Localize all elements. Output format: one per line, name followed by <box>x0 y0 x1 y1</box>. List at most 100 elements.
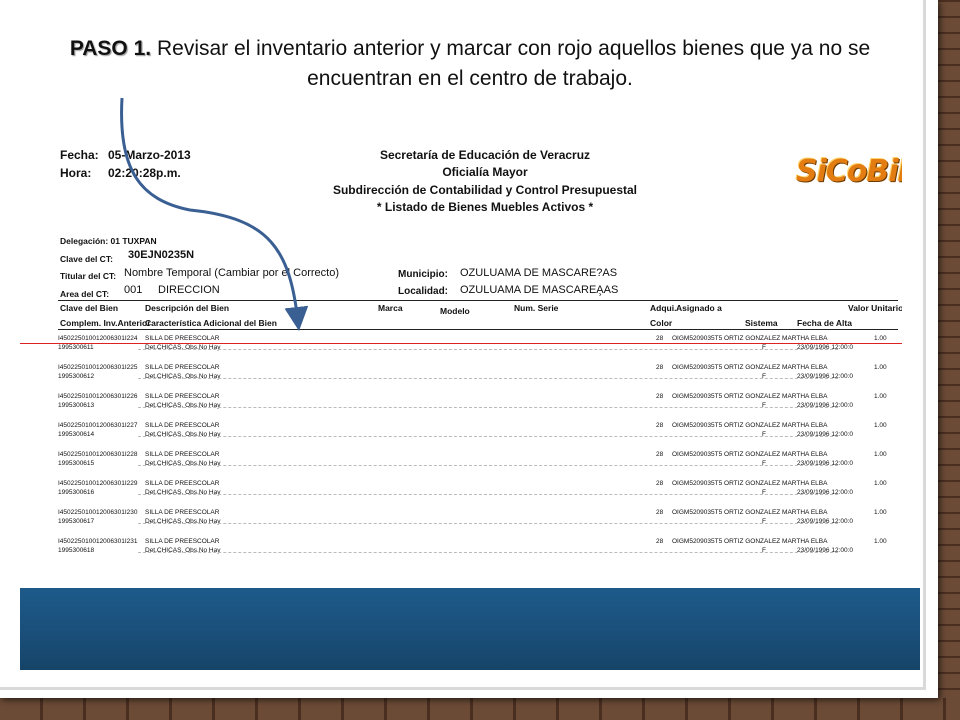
row-adq: 28 <box>656 509 664 516</box>
col-marca: Marca <box>378 303 403 313</box>
row-dash <box>138 465 838 466</box>
col-descripcion: Descripción del Bien <box>145 303 230 313</box>
hora-label: Hora: <box>60 166 92 180</box>
row-dash <box>138 407 838 408</box>
row-desc: SILLA DE PREESCOLAR <box>145 364 220 371</box>
delegacion: Delegación: 01 TUXPAN <box>60 236 157 246</box>
col-modelo: Modelo <box>440 306 470 316</box>
table-row: I450225010012006301I229 1995300616 SILLA… <box>58 478 898 506</box>
localidad-value: OZULUAMA DE MASCAREA̧AS <box>460 284 619 296</box>
row-ant: 1995300612 <box>58 373 95 380</box>
row-dash <box>138 552 838 553</box>
area-value: DIRECCION <box>158 284 220 296</box>
logo-text: SiCoBiP <box>796 154 902 189</box>
row-clave: I450225010012006301I231 <box>58 538 138 545</box>
col-fecha-alta: Fecha de Alta <box>797 318 852 328</box>
row-desc: SILLA DE PREESCOLAR <box>145 509 220 516</box>
row-valor: 1.00 <box>874 335 887 342</box>
row-asignado: OIGM5209035T5 ORTIZ GONZALEZ MARTHA ELBA <box>672 538 828 545</box>
area-code: 001 <box>124 284 143 296</box>
row-ant: 1995300617 <box>58 518 95 525</box>
row-asignado: OIGM5209035T5 ORTIZ GONZALEZ MARTHA ELBA <box>672 509 828 516</box>
row-adq: 28 <box>656 451 664 458</box>
header-rule-bottom <box>58 329 898 330</box>
table-row: I450225010012006301I231 1995300618 SILLA… <box>58 536 898 564</box>
col-complem: Complem. Inv.Anterior <box>60 318 151 328</box>
row-ant: 1995300613 <box>58 402 95 409</box>
row-valor: 1.00 <box>874 364 887 371</box>
row-ant: 1995300611 <box>58 344 94 351</box>
row-asignado: OIGM5209035T5 ORTIZ GONZALEZ MARTHA ELBA <box>672 451 828 458</box>
row-adq: 28 <box>656 364 664 371</box>
row-clave: I450225010012006301I226 <box>58 393 138 400</box>
col-color: Color <box>650 318 673 328</box>
row-ant: 1995300616 <box>58 489 95 496</box>
org-name: Secretaría de Educación de Veracruz <box>379 148 591 162</box>
row-asignado: OIGM5209035T5 ORTIZ GONZALEZ MARTHA ELBA <box>672 422 828 429</box>
row-clave: I450225010012006301I230 <box>58 509 138 516</box>
step-title: PASO 1. Revisar el inventario anterior y… <box>40 34 900 94</box>
titular-label: Titular del CT: <box>60 271 117 281</box>
col-adqui: Adqui. <box>650 303 677 313</box>
row-adq: 28 <box>656 422 664 429</box>
row-dash <box>138 436 838 437</box>
table-row: I450225010012006301I227 1995300614 SILLA… <box>58 420 898 448</box>
step-title-lead: PASO 1. <box>69 37 152 60</box>
row-dash <box>138 494 838 495</box>
row-adq: 28 <box>656 538 664 545</box>
table-row: I450225010012006301I228 1995300615 SILLA… <box>58 449 898 477</box>
row-asignado: OIGM5209035T5 ORTIZ GONZALEZ MARTHA ELBA <box>672 393 828 400</box>
fecha-label: Fecha: <box>60 148 99 162</box>
col-serie: Num. Serie <box>514 303 559 313</box>
table-row: I450225010012006301I230 1995300617 SILLA… <box>58 507 898 535</box>
footer-bar <box>20 588 920 670</box>
header-rule-top <box>58 300 898 301</box>
row-adq: 28 <box>656 335 664 342</box>
row-valor: 1.00 <box>874 451 887 458</box>
row-dash <box>138 378 838 379</box>
municipio-label: Municipio: <box>398 269 448 280</box>
sicobip-logo: SiCoBiP <box>790 146 902 206</box>
table-row: I450225010012006301I226 1995300613 SILLA… <box>58 391 898 419</box>
row-desc: SILLA DE PREESCOLAR <box>145 335 220 342</box>
row-ant: 1995300618 <box>58 547 95 554</box>
row-clave: I450225010012006301I228 <box>58 451 138 458</box>
row-valor: 1.00 <box>874 538 887 545</box>
slide: PASO 1. Revisar el inventario anterior y… <box>0 0 938 698</box>
col-clave: Clave del Bien <box>60 303 119 313</box>
list-title: * Listado de Bienes Muebles Activos * <box>376 200 594 214</box>
col-asignado: Asignado a <box>676 303 722 313</box>
step-title-text: Revisar el inventario anterior y marcar … <box>156 37 871 90</box>
table-row: I450225010012006301I224 1995300611 SILLA… <box>58 333 898 361</box>
row-desc: SILLA DE PREESCOLAR <box>145 393 220 400</box>
row-adq: 28 <box>656 480 664 487</box>
row-valor: 1.00 <box>874 480 887 487</box>
localidad-label: Localidad: <box>398 286 449 297</box>
subdept-name: Subdirección de Contabilidad y Control P… <box>332 183 638 197</box>
fecha-value: 05-Marzo-2013 <box>108 148 191 162</box>
hora-value: 02:20:28p.m. <box>108 166 181 180</box>
municipio-value: OZULUAMA DE MASCARE?AS <box>460 267 618 279</box>
row-desc: SILLA DE PREESCOLAR <box>145 422 220 429</box>
row-clave: I450225010012006301I227 <box>58 422 138 429</box>
brick-wall-bottom <box>0 698 960 720</box>
row-adq: 28 <box>656 393 664 400</box>
row-valor: 1.00 <box>874 422 887 429</box>
col-caracteristica: Característica Adicional del Bien <box>145 318 277 328</box>
row-asignado: OIGM5209035T5 ORTIZ GONZALEZ MARTHA ELBA <box>672 480 828 487</box>
clave-label: Clave del CT: <box>60 254 113 264</box>
row-ant: 1995300615 <box>58 460 95 467</box>
inventory-report-image: Fecha: 05-Marzo-2013 Hora: 02:20:28p.m. … <box>20 128 902 565</box>
row-dash <box>138 349 838 350</box>
area-label: Area del CT: <box>60 289 110 299</box>
row-clave: I450225010012006301I225 <box>58 364 138 371</box>
table-row: I450225010012006301I225 1995300612 SILLA… <box>58 362 898 390</box>
row-clave: I450225010012006301I224 <box>58 335 138 342</box>
row-ant: 1995300614 <box>58 431 95 438</box>
row-valor: 1.00 <box>874 509 887 516</box>
row-dash <box>138 523 838 524</box>
row-desc: SILLA DE PREESCOLAR <box>145 538 220 545</box>
row-desc: SILLA DE PREESCOLAR <box>145 451 220 458</box>
clave-value: 30EJN0235N <box>128 249 195 261</box>
col-valor: Valor Unitario <box>848 303 902 313</box>
